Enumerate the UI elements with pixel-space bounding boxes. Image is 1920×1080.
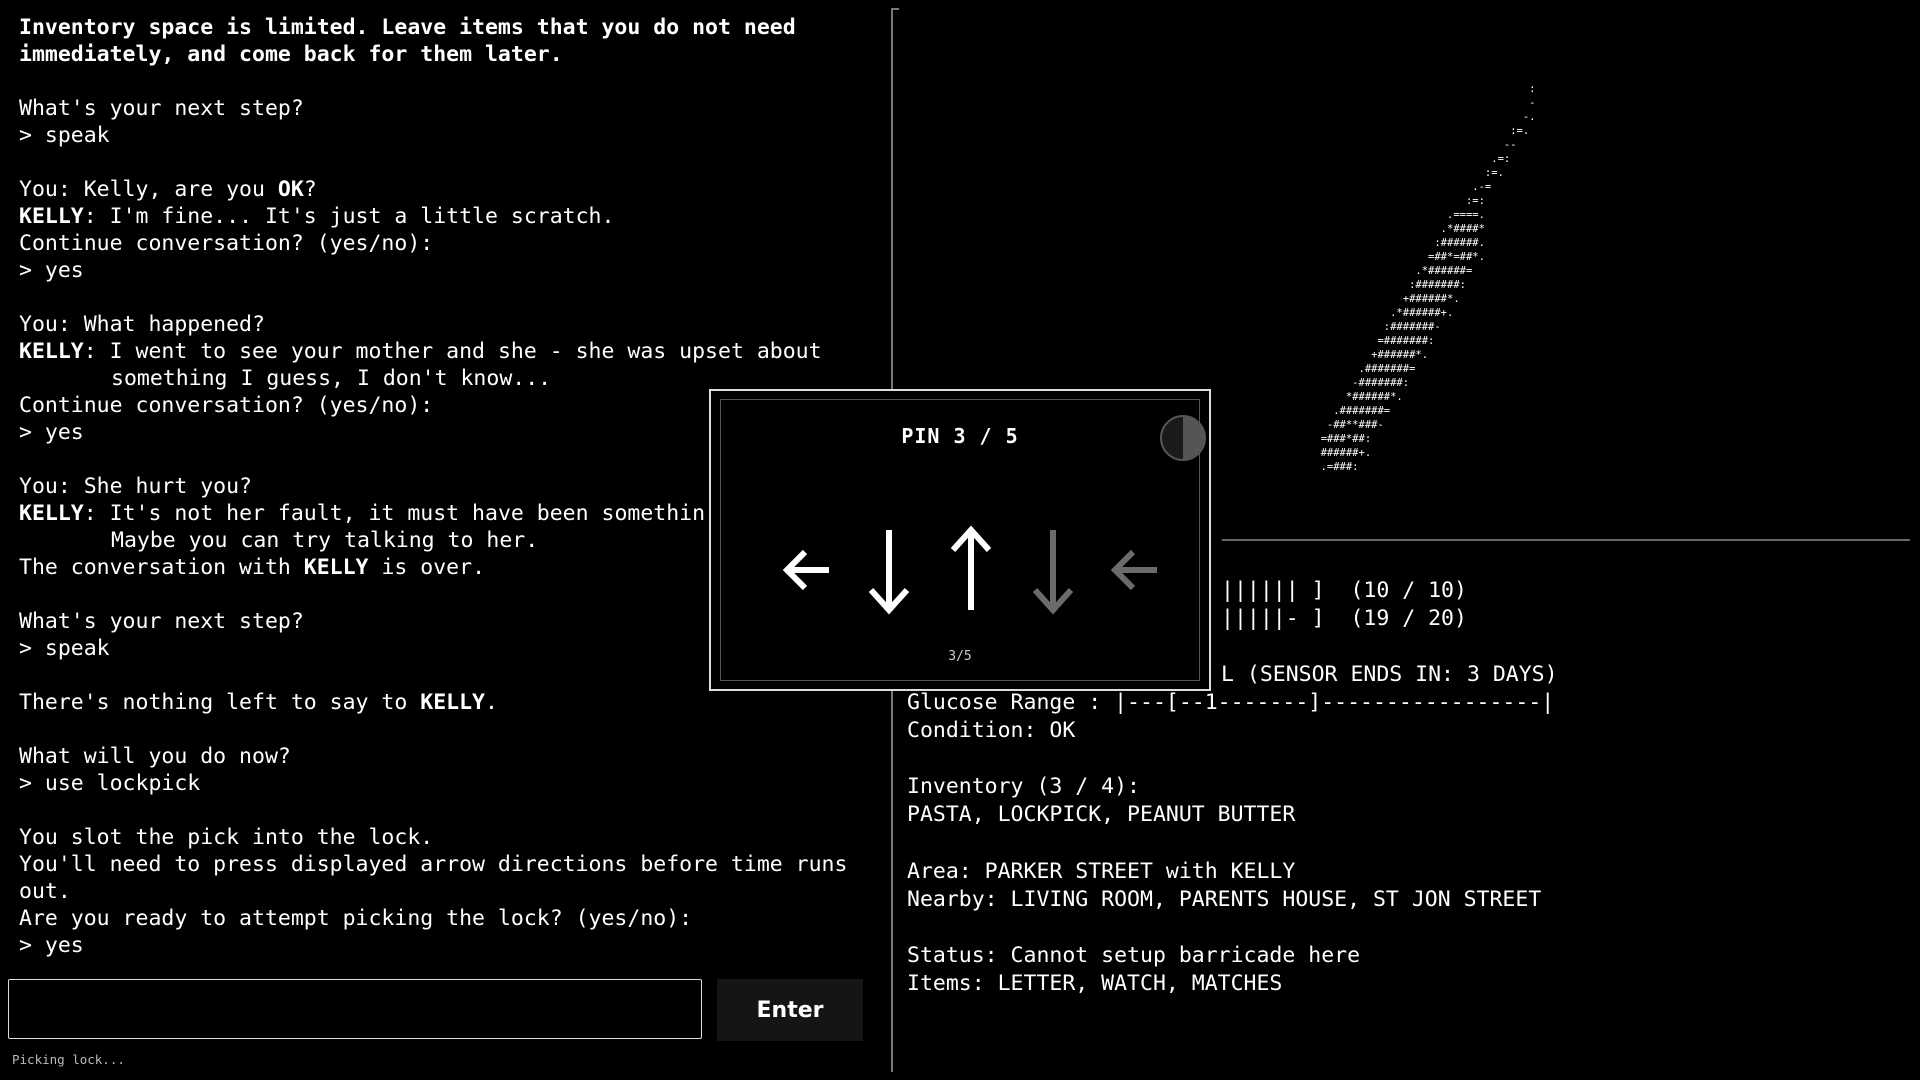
log-text: The conversation with <box>19 555 304 580</box>
log-text: What will you do now? <box>19 744 291 769</box>
log-text: > yes <box>19 933 84 958</box>
log-highlight: KELLY <box>303 555 369 580</box>
condition-text: Condition: OK <box>907 718 1076 743</box>
log-line: > speak <box>19 122 889 149</box>
log-text: > speak <box>19 123 110 148</box>
pin-counter: PIN 3 / 5 <box>901 424 1019 448</box>
log-highlight: Inventory space is limited. Leave items … <box>19 15 796 40</box>
log-highlight: immediately, and come back for them late… <box>19 42 563 67</box>
log-text: What's your next step? <box>19 609 304 634</box>
arrow-up-icon <box>950 525 992 610</box>
log-highlight: KELLY <box>19 204 84 229</box>
log-line: You'll need to press displayed arrow dir… <box>19 851 889 878</box>
log-text: : It's not her fault, it must have been … <box>83 501 706 526</box>
log-line: KELLY: I'm fine... It's just a little sc… <box>19 203 889 230</box>
log-highlight: KELLY <box>19 339 84 364</box>
log-blank <box>19 716 889 743</box>
log-line: > yes <box>19 932 889 959</box>
log-blank <box>19 284 889 311</box>
log-line: You slot the pick into the lock. <box>19 824 889 851</box>
log-text: You: Kelly, are you <box>19 177 278 202</box>
log-text: You: She hurt you? <box>19 474 252 499</box>
log-line: immediately, and come back for them late… <box>19 41 889 68</box>
log-blank <box>19 149 889 176</box>
nearby-text: Nearby: LIVING ROOM, PARENTS HOUSE, ST J… <box>907 887 1542 912</box>
log-text: > speak <box>19 636 110 661</box>
log-line: > use lockpick <box>19 770 889 797</box>
log-text: You: What happened? <box>19 312 265 337</box>
log-line: There's nothing left to say to KELLY. <box>19 689 889 716</box>
arrow-down-icon <box>1032 530 1074 615</box>
lockpick-panel: PIN 3 / 5 3/5 <box>720 399 1206 681</box>
log-text: : I'm fine... It's just a little scratch… <box>83 204 615 229</box>
log-text: something I guess, I don't know... <box>111 366 552 391</box>
timer-icon <box>1160 415 1206 461</box>
energy-bar: |||||- ] (19 / 20) <box>1221 606 1467 631</box>
log-text: Continue conversation? (yes/no): <box>19 393 434 418</box>
log-blank <box>19 68 889 95</box>
log-highlight: OK <box>277 177 304 202</box>
log-text: Continue conversation? (yes/no): <box>19 231 434 256</box>
items-text: Items: LETTER, WATCH, MATCHES <box>907 971 1283 996</box>
log-text: You'll need to press displayed arrow dir… <box>19 852 848 877</box>
log-line: > yes <box>19 257 889 284</box>
log-text: ? <box>303 177 317 202</box>
arrow-sequence <box>777 520 1157 620</box>
log-text: Are you ready to attempt picking the loc… <box>19 906 693 931</box>
log-text: There's nothing left to say to <box>19 690 421 715</box>
log-text: > yes <box>19 420 84 445</box>
log-line: Continue conversation? (yes/no): <box>19 230 889 257</box>
log-blank <box>19 797 889 824</box>
log-text: > yes <box>19 258 84 283</box>
log-text: What's your next step? <box>19 96 304 121</box>
log-line: out. <box>19 878 889 905</box>
log-line: You: What happened? <box>19 311 889 338</box>
log-line: Are you ready to attempt picking the loc… <box>19 905 889 932</box>
log-text: : I went to see your mother and she - sh… <box>83 339 822 364</box>
log-text: > use lockpick <box>19 771 201 796</box>
sensor-status: L (SENSOR ENDS IN: 3 DAYS) <box>1221 662 1558 687</box>
inventory-title: Inventory (3 / 4): <box>907 774 1140 799</box>
area-text: Area: PARKER STREET with KELLY <box>907 859 1296 884</box>
log-line: What will you do now? <box>19 743 889 770</box>
inventory-items: PASTA, LOCKPICK, PEANUT BUTTER <box>907 802 1296 827</box>
log-highlight: KELLY <box>420 690 486 715</box>
log-text: . <box>485 690 498 715</box>
glucose-range: Glucose Range : |---[--1-------]--------… <box>907 690 1555 715</box>
log-text: You slot the pick into the lock. <box>19 825 434 850</box>
arrow-left-icon <box>1110 549 1157 591</box>
log-line: something I guess, I don't know... <box>19 365 889 392</box>
log-line: Inventory space is limited. Leave items … <box>19 14 889 41</box>
arrow-left-icon <box>782 549 829 591</box>
lockpick-modal: PIN 3 / 5 3/5 <box>709 389 1211 691</box>
command-input[interactable] <box>8 979 702 1039</box>
log-line: KELLY: I went to see your mother and she… <box>19 338 889 365</box>
arrow-down-icon <box>868 530 910 615</box>
log-text: out. <box>19 879 71 904</box>
log-line: What's your next step? <box>19 95 889 122</box>
status-message: Picking lock... <box>12 1052 125 1067</box>
pin-progress: 3/5 <box>948 649 972 664</box>
command-bar: Enter <box>8 979 888 1043</box>
log-text: Maybe you can try talking to her. <box>111 528 539 553</box>
status-text: Status: Cannot setup barricade here <box>907 943 1361 968</box>
enter-button[interactable]: Enter <box>717 979 863 1041</box>
log-highlight: KELLY <box>19 501 84 526</box>
log-text: is over. <box>368 555 486 580</box>
panel-divider-cap <box>891 8 899 10</box>
log-line: You: Kelly, are you OK? <box>19 176 889 203</box>
health-bar: |||||| ] (10 / 10) <box>1221 578 1467 603</box>
